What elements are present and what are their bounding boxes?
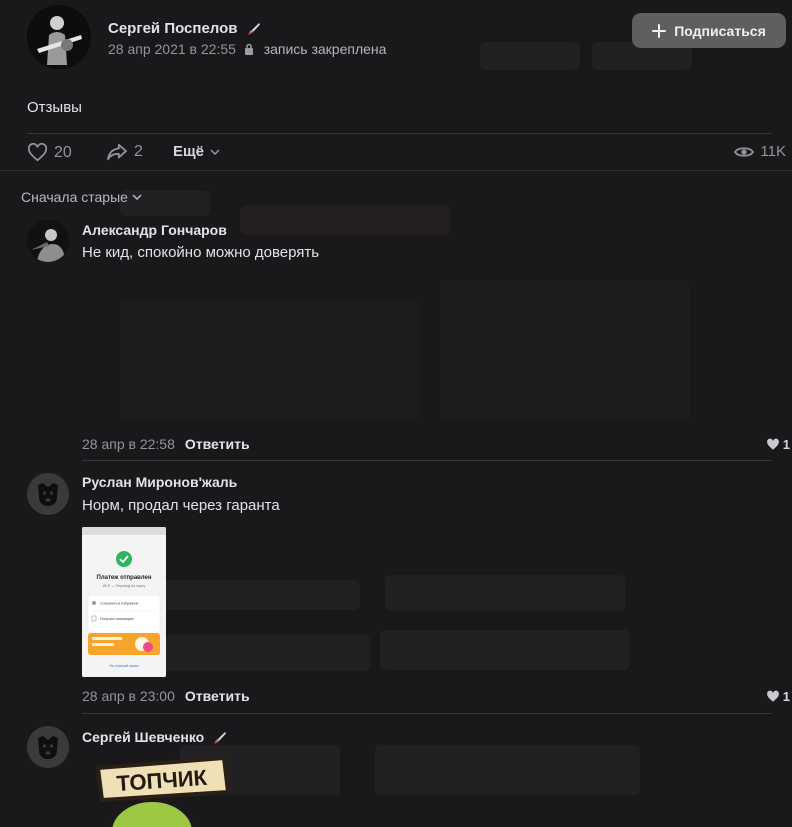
comment-footer: 28 апр в 22:58 Ответить bbox=[82, 436, 250, 452]
dog-icon bbox=[27, 473, 69, 515]
author-name[interactable]: Сергей Поспелов bbox=[108, 20, 262, 37]
comment-avatar[interactable] bbox=[27, 473, 69, 515]
comment-author-text[interactable]: Сергей Шевченко bbox=[82, 729, 204, 745]
attachment-image[interactable]: Платеж отправлен 85 ₽ — Перевод на карту… bbox=[82, 527, 166, 677]
like-button[interactable]: 20 bbox=[27, 143, 72, 162]
sticker[interactable]: ТОПЧИК bbox=[92, 754, 232, 827]
sort-label: Сначала старые bbox=[21, 189, 128, 205]
more-button[interactable]: Ещё bbox=[173, 143, 220, 160]
payment-screenshot: Платеж отправлен 85 ₽ — Перевод на карту… bbox=[82, 527, 166, 677]
plus-icon bbox=[652, 23, 667, 38]
author-avatar[interactable] bbox=[27, 5, 91, 69]
divider bbox=[27, 133, 772, 134]
heart-icon bbox=[766, 438, 779, 450]
heart-icon bbox=[766, 690, 779, 702]
comment-author[interactable]: Руслан Миронов'жаль bbox=[82, 474, 237, 490]
reply-button[interactable]: Ответить bbox=[185, 436, 250, 452]
comment-author[interactable]: Александр Гончаров bbox=[82, 222, 227, 238]
post-date[interactable]: 28 апр 2021 в 22:55 bbox=[108, 41, 236, 57]
comment-author[interactable]: Сергей Шевченко bbox=[82, 729, 228, 746]
svg-text:85 ₽ — Перевод на карту: 85 ₽ — Перевод на карту bbox=[103, 584, 146, 588]
comment-avatar[interactable] bbox=[27, 220, 69, 262]
chevron-down-icon bbox=[210, 148, 220, 155]
pinned-label: запись закреплена bbox=[263, 41, 387, 57]
comment-text: Норм, продал через гаранта bbox=[82, 497, 280, 514]
subscribe-label: Подписаться bbox=[674, 22, 766, 39]
comment-like-button[interactable]: 1 bbox=[766, 689, 790, 704]
share-icon bbox=[107, 143, 127, 161]
eye-icon bbox=[734, 146, 755, 157]
svg-text:На главный экран: На главный экран bbox=[109, 664, 138, 668]
share-count: 2 bbox=[134, 143, 143, 160]
rocket-icon bbox=[247, 23, 260, 36]
sort-dropdown[interactable]: Сначала старые bbox=[21, 189, 142, 205]
heart-icon bbox=[27, 143, 48, 162]
post-text: Отзывы bbox=[27, 99, 82, 116]
share-button[interactable]: 2 bbox=[106, 143, 143, 161]
comment-like-count: 1 bbox=[782, 437, 790, 452]
divider bbox=[0, 170, 792, 171]
comment-like-count: 1 bbox=[782, 689, 790, 704]
reply-button[interactable]: Ответить bbox=[185, 688, 250, 704]
subscribe-button[interactable]: Подписаться bbox=[632, 13, 786, 48]
like-count: 20 bbox=[54, 143, 72, 161]
comment-footer: 28 апр в 23:00 Ответить bbox=[82, 688, 250, 704]
rocket-icon bbox=[214, 732, 227, 745]
comment-text: Не кид, спокойно можно доверять bbox=[82, 244, 320, 261]
dog-icon bbox=[27, 726, 69, 768]
divider bbox=[82, 460, 772, 461]
svg-text:Сохранить в избранное: Сохранить в избранное bbox=[100, 602, 138, 606]
sticker-image: ТОПЧИК bbox=[96, 756, 230, 827]
svg-text:Получить квитанцию: Получить квитанцию bbox=[100, 617, 134, 621]
divider bbox=[82, 713, 772, 714]
views-counter: 11K bbox=[734, 143, 786, 160]
pinned-icon bbox=[244, 43, 253, 55]
views-count: 11K bbox=[760, 143, 786, 160]
comment-date[interactable]: 28 апр в 23:00 bbox=[82, 688, 175, 704]
author-name-text[interactable]: Сергей Поспелов bbox=[108, 20, 238, 37]
svg-text:Платеж отправлен: Платеж отправлен bbox=[97, 575, 152, 581]
comment-date[interactable]: 28 апр в 22:58 bbox=[82, 436, 175, 452]
comment-like-button[interactable]: 1 bbox=[766, 437, 790, 452]
chevron-down-icon bbox=[132, 194, 142, 200]
comment-avatar[interactable] bbox=[27, 726, 69, 768]
more-label: Ещё bbox=[173, 143, 205, 160]
post-meta: 28 апр 2021 в 22:55 запись закреплена bbox=[108, 41, 386, 57]
